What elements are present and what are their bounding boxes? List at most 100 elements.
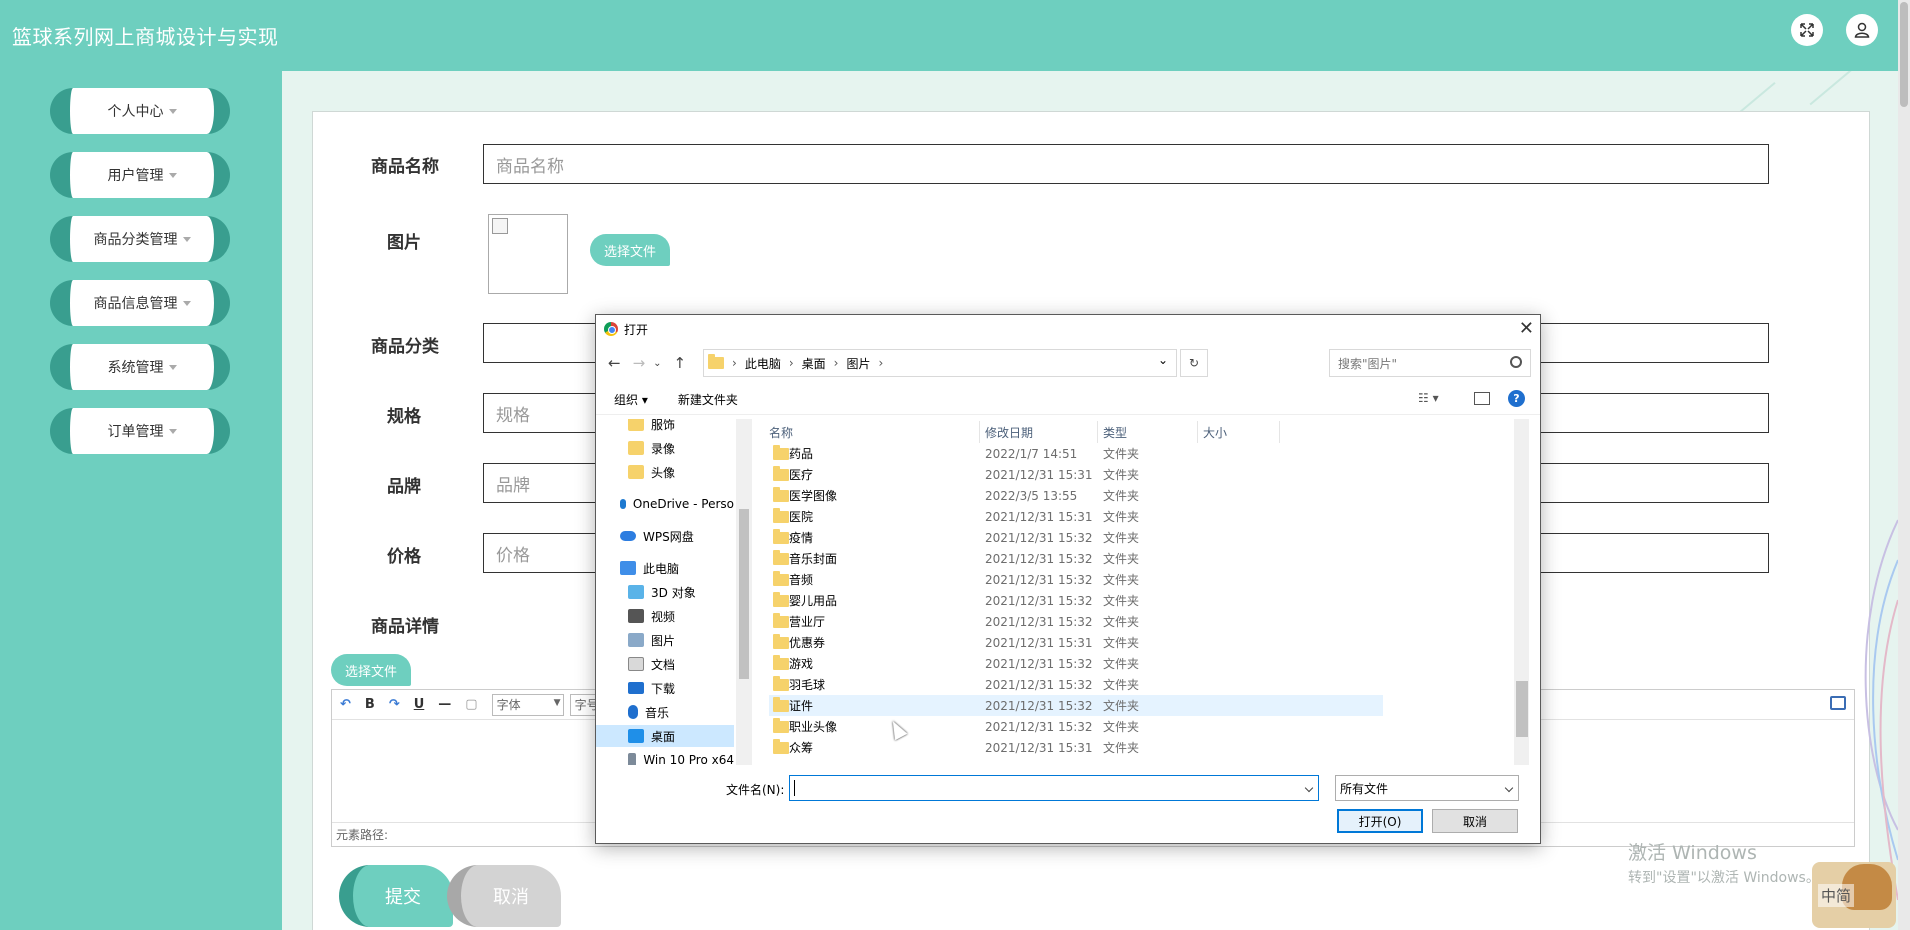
detail-label: 商品详情	[371, 617, 439, 637]
open-button[interactable]: 打开(O)	[1337, 809, 1423, 833]
organize-button[interactable]: 组织 ▾	[614, 391, 648, 408]
nav-item-3d-objects[interactable]: 3D 对象	[596, 581, 734, 603]
table-row[interactable]: 药品 2022/1/7 14:51 文件夹	[769, 443, 1383, 464]
file-name: 优惠券	[789, 636, 826, 650]
table-row[interactable]: 音频 2021/12/31 15:32 文件夹	[769, 569, 1383, 590]
submit-button[interactable]: 提交	[339, 865, 453, 927]
nav-item-label: 图片	[651, 633, 676, 648]
chevron-down-icon[interactable]	[1304, 783, 1314, 793]
nav-item-downloads[interactable]: 下载	[596, 677, 734, 699]
table-row[interactable]: 职业头像 2021/12/31 15:32 文件夹	[769, 716, 1383, 737]
nav-item-videos[interactable]: 视频	[596, 605, 734, 627]
user-icon[interactable]	[1846, 14, 1878, 46]
sidebar-item-product-management[interactable]: 商品信息管理	[50, 280, 230, 326]
nav-item-clothing[interactable]: 服饰	[596, 419, 734, 435]
table-row[interactable]: 医院 2021/12/31 15:31 文件夹	[769, 506, 1383, 527]
chevron-down-icon	[182, 236, 191, 242]
file-type: 文件夹	[1103, 447, 1140, 461]
column-type[interactable]: 类型	[1103, 424, 1127, 441]
filename-input[interactable]	[789, 775, 1319, 801]
cloud-icon	[620, 531, 636, 541]
sidebar-item-category-management[interactable]: 商品分类管理	[50, 216, 230, 262]
address-bar[interactable]: › 此电脑 › 桌面 › 图片 › ⌄	[703, 349, 1177, 377]
dialog-nav-bar: ← → ⌄ ↑ › 此电脑 › 桌面 › 图片 › ⌄ ↻ 搜索"图片"	[596, 345, 1540, 381]
navigation-pane-scrollbar[interactable]	[736, 419, 752, 765]
nav-item-documents[interactable]: 文档	[596, 653, 734, 675]
redo-icon[interactable]: ↷	[389, 697, 400, 712]
scrollbar-thumb[interactable]	[1516, 681, 1528, 737]
close-icon[interactable]: ✕	[1519, 318, 1534, 339]
column-size[interactable]: 大小	[1203, 424, 1227, 441]
folder-icon	[773, 739, 789, 754]
table-row[interactable]: 音乐封面 2021/12/31 15:32 文件夹	[769, 548, 1383, 569]
font-family-select[interactable]: 字体 ▼	[491, 693, 564, 716]
breadcrumb-this-pc[interactable]: 此电脑	[745, 355, 781, 372]
fullscreen-icon[interactable]	[1791, 14, 1823, 46]
filetype-select[interactable]: 所有文件	[1335, 775, 1519, 801]
sidebar-item-label: 系统管理	[107, 360, 164, 376]
forward-arrow-icon[interactable]: →	[633, 354, 646, 372]
detail-choose-file-button[interactable]: 选择文件	[331, 654, 411, 686]
ime-indicator[interactable]: 中简	[1812, 862, 1896, 928]
chevron-down-icon	[168, 428, 177, 434]
chevron-down-icon	[168, 364, 177, 370]
view-options-icon[interactable]: ☷ ▾	[1418, 391, 1439, 405]
breadcrumb-pictures[interactable]: 图片	[846, 355, 870, 372]
breadcrumb-desktop[interactable]: 桌面	[802, 355, 826, 372]
product-name-input[interactable]: 商品名称	[483, 144, 1769, 184]
cancel-button[interactable]: 取消	[447, 865, 561, 927]
nav-item-desktop[interactable]: 桌面	[596, 725, 734, 747]
table-row[interactable]: 婴儿用品 2021/12/31 15:32 文件夹	[769, 590, 1383, 611]
nav-item-avatar[interactable]: 头像	[596, 461, 734, 483]
new-folder-button[interactable]: 新建文件夹	[678, 391, 738, 408]
column-date-modified[interactable]: 修改日期	[985, 424, 1033, 441]
nav-item-wps-drive[interactable]: WPS网盘	[596, 525, 734, 547]
table-row[interactable]: 营业厅 2021/12/31 15:32 文件夹	[769, 611, 1383, 632]
sidebar-item-order-management[interactable]: 订单管理	[50, 408, 230, 454]
refresh-icon[interactable]: ↻	[1180, 349, 1208, 377]
nav-item-music[interactable]: 音乐	[596, 701, 734, 723]
sidebar-item-personal-center[interactable]: 个人中心	[50, 88, 230, 134]
page-scrollbar[interactable]	[1898, 0, 1910, 930]
preview-pane-icon[interactable]	[1474, 392, 1490, 405]
nav-item-this-pc[interactable]: 此电脑	[596, 557, 734, 579]
price-label: 价格	[387, 547, 421, 567]
horizontal-rule-icon[interactable]: —	[438, 697, 451, 712]
chevron-down-icon[interactable]: ⌄	[1158, 353, 1168, 367]
up-arrow-icon[interactable]: ↑	[674, 354, 687, 372]
table-row[interactable]: 疫情 2021/12/31 15:32 文件夹	[769, 527, 1383, 548]
bold-button[interactable]: B	[365, 697, 375, 712]
file-date: 2021/12/31 15:32	[985, 593, 1093, 608]
file-date: 2021/12/31 15:32	[985, 530, 1093, 545]
scrollbar-thumb[interactable]	[739, 509, 749, 679]
sidebar-item-system-management[interactable]: 系统管理	[50, 344, 230, 390]
table-row[interactable]: 医学图像 2022/3/5 13:55 文件夹	[769, 485, 1383, 506]
undo-icon[interactable]: ↶	[340, 697, 351, 712]
search-input[interactable]: 搜索"图片"	[1329, 349, 1531, 377]
sidebar-item-user-management[interactable]: 用户管理	[50, 152, 230, 198]
folder-icon	[773, 550, 789, 565]
nav-item-onedrive[interactable]: OneDrive - Perso	[596, 493, 734, 515]
nav-item-system-drive[interactable]: Win 10 Pro x64	[596, 749, 734, 765]
column-name[interactable]: 名称	[769, 424, 793, 441]
dialog-cancel-button[interactable]: 取消	[1432, 809, 1518, 833]
column-divider	[979, 421, 980, 443]
paste-icon[interactable]: ▢	[465, 697, 477, 712]
table-row[interactable]: 游戏 2021/12/31 15:32 文件夹	[769, 653, 1383, 674]
image-choose-file-button[interactable]: 选择文件	[590, 234, 670, 266]
image-preview	[488, 214, 568, 294]
table-row[interactable]: 医疗 2021/12/31 15:31 文件夹	[769, 464, 1383, 485]
nav-item-pictures[interactable]: 图片	[596, 629, 734, 651]
table-row[interactable]: 优惠券 2021/12/31 15:31 文件夹	[769, 632, 1383, 653]
page-scrollbar-thumb[interactable]	[1900, 2, 1908, 107]
file-list-scrollbar[interactable]	[1514, 419, 1529, 765]
dialog-divider	[596, 414, 1540, 415]
underline-button[interactable]: U	[414, 697, 425, 712]
table-row[interactable]: 证件 2021/12/31 15:32 文件夹	[769, 695, 1383, 716]
table-row[interactable]: 羽毛球 2021/12/31 15:32 文件夹	[769, 674, 1383, 695]
nav-item-video-recording[interactable]: 录像	[596, 437, 734, 459]
recent-dropdown-icon[interactable]: ⌄	[653, 358, 661, 369]
back-arrow-icon[interactable]: ←	[608, 354, 621, 372]
help-icon[interactable]: ?	[1508, 390, 1525, 407]
table-row[interactable]: 众筹 2021/12/31 15:31 文件夹	[769, 737, 1383, 758]
